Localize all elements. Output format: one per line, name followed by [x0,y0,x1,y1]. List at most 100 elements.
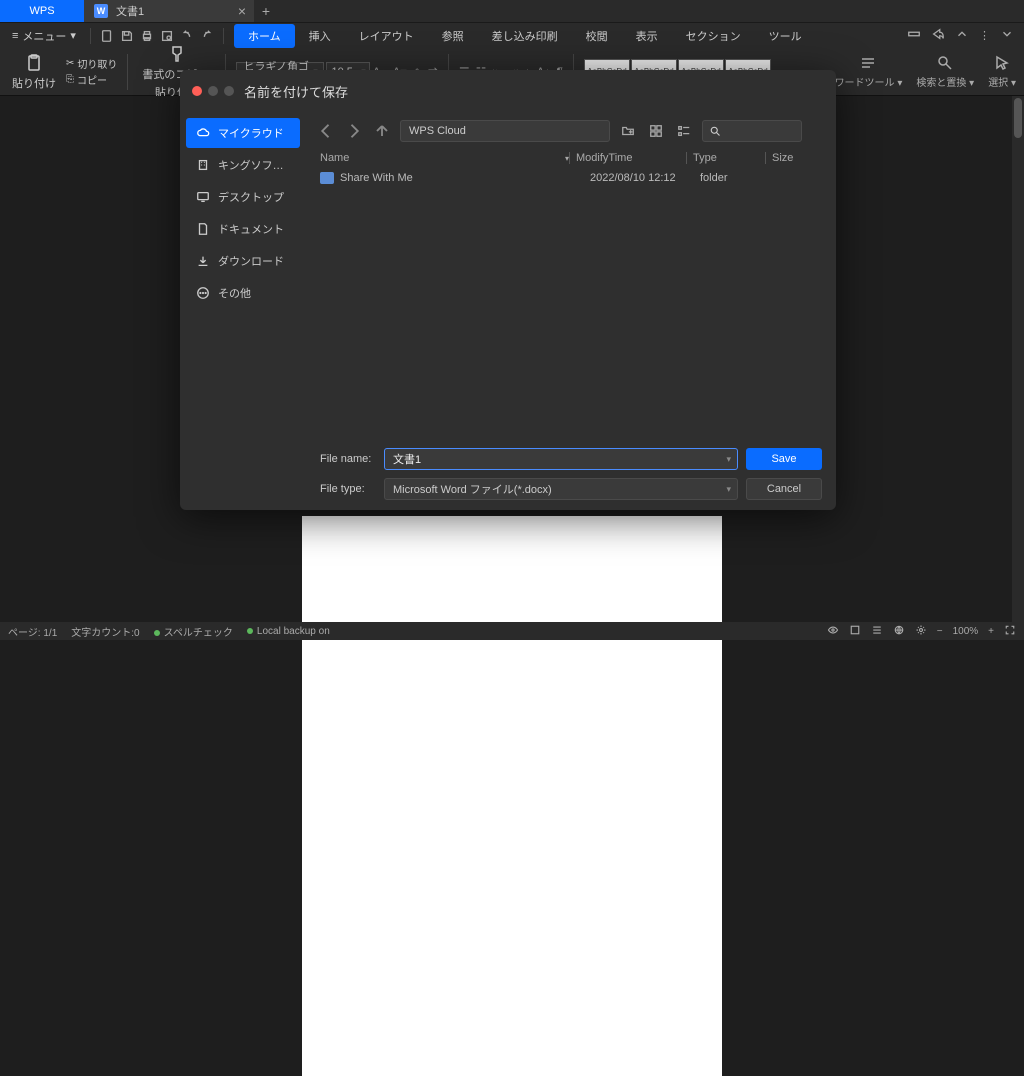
more-icon[interactable]: ⋮ [979,29,990,42]
col-type[interactable]: Type [693,152,765,164]
app-tab-wps[interactable]: WPS [0,0,84,22]
col-modify[interactable]: ModifyTime [576,152,686,164]
tab-tools[interactable]: ツール [755,24,816,48]
more-horizontal-icon [196,286,210,300]
col-name[interactable]: Name▾ [320,152,569,164]
paste-button[interactable]: 貼り付け [8,51,60,93]
new-file-icon[interactable] [99,28,115,44]
save-button[interactable]: Save [746,448,822,470]
file-row[interactable]: Share With Me 2022/08/10 12:12 folder [306,168,836,188]
tab-review[interactable]: 校閲 [572,24,622,48]
select-button[interactable]: 選択 ▾ [988,54,1016,89]
dialog-body: マイクラウド キングソフト株式... デスクトップ ドキュメント ダウンロード … [180,112,836,510]
location-label: マイクラウド [218,125,284,141]
location-label: その他 [218,285,251,301]
eye-icon[interactable] [827,624,839,639]
filetype-label: File type: [320,483,376,495]
zoom-out-button[interactable]: − [937,626,943,637]
location-documents[interactable]: ドキュメント [186,214,300,244]
document-page[interactable] [302,516,722,1076]
chevron-up-icon[interactable] [955,27,969,44]
zoom-window-button[interactable] [224,86,234,96]
close-tab-icon[interactable]: × [238,3,246,19]
backup-label: Local backup on [257,626,330,637]
vertical-scrollbar[interactable] [1012,96,1024,622]
download-icon [196,254,210,268]
status-right: − 100% + [827,624,1016,639]
view-print-icon[interactable] [849,624,861,639]
status-backup[interactable]: Local backup on [247,626,330,637]
zoom-in-button[interactable]: + [988,626,994,637]
path-input[interactable]: WPS Cloud [400,120,610,142]
new-tab-button[interactable]: + [254,0,278,22]
path-value: WPS Cloud [409,125,466,137]
search-icon [936,54,954,72]
chevron-down-icon[interactable]: ▾ [726,454,731,465]
location-other[interactable]: その他 [186,278,300,308]
location-my-cloud[interactable]: マイクラウド [186,118,300,148]
tab-mailings[interactable]: 差し込み印刷 [478,24,572,48]
filename-input[interactable]: 文書1 ▾ [384,448,738,470]
file-modify: 2022/08/10 12:12 [590,172,700,184]
col-size[interactable]: Size [772,152,822,164]
view-web-icon[interactable] [893,624,905,639]
paste-label: 貼り付け [12,75,56,91]
ribbon-tabs: ホーム 挿入 レイアウト 参照 差し込み印刷 校閲 表示 セクション ツール [234,24,816,48]
view-outline-icon[interactable] [871,624,883,639]
collapse-ribbon-icon[interactable] [907,27,921,44]
col-name-label: Name [320,152,349,164]
status-spellcheck[interactable]: スペルチェック [154,624,233,639]
dialog-header: 名前を付けて保存 [180,70,836,112]
nav-up-button[interactable] [372,121,392,141]
spell-label: スペルチェック [164,628,233,639]
tab-references[interactable]: 参照 [428,24,478,48]
filetype-select[interactable]: Microsoft Word ファイル(*.docx) ▾ [384,478,738,500]
tab-insert[interactable]: 挿入 [295,24,345,48]
building-icon [196,158,210,172]
share-icon[interactable] [931,27,945,44]
word-tools-icon [859,54,877,72]
close-window-button[interactable] [192,86,202,96]
clipboard-stack: ✂ 切り取り ⎘ コピー [66,56,117,87]
save-icon[interactable] [119,28,135,44]
find-replace-button[interactable]: 検索と置換 ▾ [916,54,974,89]
view-list-icon[interactable] [674,121,694,141]
tab-section[interactable]: セクション [672,24,755,48]
chevron-down-icon[interactable] [1000,27,1014,44]
tab-layout[interactable]: レイアウト [345,24,428,48]
location-label: ダウンロード [218,253,284,269]
document-icon [196,222,210,236]
new-folder-icon[interactable] [618,121,638,141]
word-tools-button[interactable]: ワードツール ▾ [835,54,903,89]
status-chars[interactable]: 文字カウント:0 [71,624,139,639]
menu-dropdown[interactable]: ≡ メニュー ▾ [0,28,88,44]
location-sidebar: マイクラウド キングソフト株式... デスクトップ ドキュメント ダウンロード … [180,112,306,510]
minimize-window-button[interactable] [208,86,218,96]
zoom-level[interactable]: 100% [953,626,979,637]
settings-icon[interactable] [915,624,927,639]
tab-home[interactable]: ホーム [234,24,295,48]
tab-view[interactable]: 表示 [622,24,672,48]
search-icon [709,125,721,137]
location-downloads[interactable]: ダウンロード [186,246,300,276]
scrollbar-thumb[interactable] [1014,98,1022,138]
status-page[interactable]: ページ: 1/1 [8,624,57,639]
dialog-toolbar: WPS Cloud [306,116,836,146]
document-tab[interactable]: W 文書1 × [84,0,254,22]
location-company[interactable]: キングソフト株式... [186,150,300,180]
folder-icon [320,172,334,184]
cut-button[interactable]: ✂ 切り取り [66,56,117,71]
nav-back-button[interactable] [316,121,336,141]
location-desktop[interactable]: デスクトップ [186,182,300,212]
chevron-down-icon[interactable]: ▾ [726,484,731,495]
file-type: folder [700,172,772,184]
cancel-button[interactable]: Cancel [746,478,822,500]
nav-forward-button[interactable] [344,121,364,141]
search-input[interactable] [702,120,802,142]
view-grid-icon[interactable] [646,121,666,141]
filetype-value: Microsoft Word ファイル(*.docx) [393,481,552,497]
save-as-dialog: 名前を付けて保存 マイクラウド キングソフト株式... デスクトップ ドキュメン… [180,70,836,510]
copy-button[interactable]: ⎘ コピー [66,72,117,87]
copy-label: コピー [77,72,107,87]
fullscreen-icon[interactable] [1004,624,1016,639]
